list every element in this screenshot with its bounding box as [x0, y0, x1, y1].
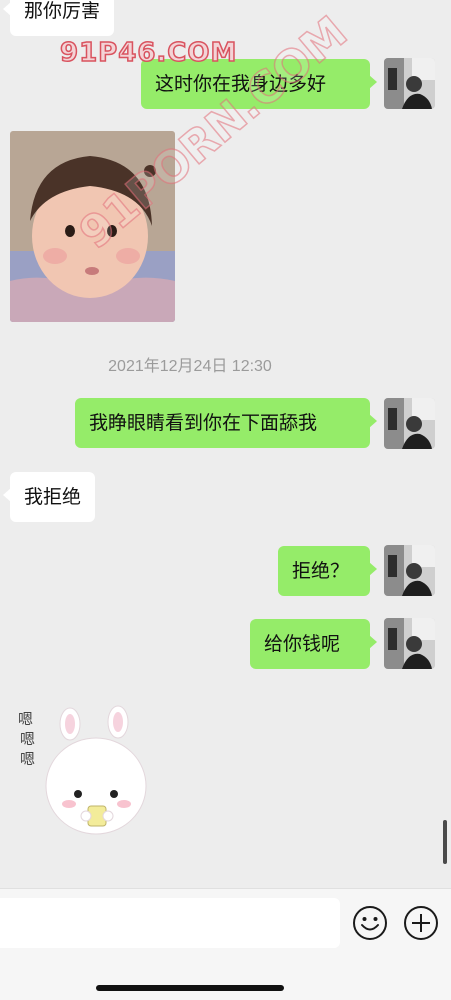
- incoming-message-bubble[interactable]: 我拒绝: [2, 472, 96, 522]
- message-input[interactable]: [0, 898, 340, 948]
- message-text: 我拒绝: [24, 486, 82, 508]
- avatar-photo-icon: [384, 398, 435, 449]
- incoming-message-bubble[interactable]: 那你厉害: [2, 0, 115, 36]
- message-text: 那你厉害: [24, 0, 101, 22]
- home-indicator: [96, 985, 284, 991]
- baby-photo-icon: [10, 131, 175, 322]
- smiley-face-icon: [353, 906, 387, 940]
- chat-input-bar: [0, 888, 451, 1000]
- plus-circle-icon: [404, 906, 438, 940]
- my-avatar[interactable]: [384, 618, 435, 669]
- more-actions-button[interactable]: [403, 905, 439, 941]
- avatar-photo-icon: [384, 58, 435, 109]
- outgoing-message-bubble[interactable]: 我睁眼睛看到你在下面舔我: [75, 398, 377, 448]
- message-timestamp: 2021年12月24日 12:30: [108, 358, 272, 375]
- chat-message-list[interactable]: 那你厉害 这时你在我身边多好 2021年12月24日 12:30 我睁眼睛看到你…: [0, 0, 451, 888]
- svg-text:嗯: 嗯: [18, 710, 33, 728]
- my-avatar[interactable]: [384, 545, 435, 596]
- outgoing-message-bubble[interactable]: 给你钱呢: [250, 619, 377, 669]
- my-avatar[interactable]: [384, 58, 435, 109]
- scrollbar[interactable]: [443, 820, 447, 864]
- message-text: 给你钱呢: [264, 633, 341, 655]
- message-text: 我睁眼睛看到你在下面舔我: [89, 412, 318, 434]
- incoming-photo-message[interactable]: [10, 131, 175, 322]
- avatar-photo-icon: [384, 545, 435, 596]
- outgoing-message-bubble[interactable]: 拒绝？: [278, 546, 377, 596]
- message-text: 拒绝？: [292, 560, 350, 582]
- outgoing-message-bubble[interactable]: 这时你在我身边多好: [141, 59, 377, 109]
- avatar-photo-icon: [384, 618, 435, 669]
- incoming-sticker-message[interactable]: 嗯 嗯 嗯: [14, 700, 154, 840]
- bunny-sticker-icon: 嗯 嗯 嗯: [18, 705, 147, 835]
- emoji-button[interactable]: [352, 905, 388, 941]
- svg-text:嗯: 嗯: [20, 750, 35, 768]
- svg-text:嗯: 嗯: [20, 730, 35, 748]
- my-avatar[interactable]: [384, 398, 435, 449]
- message-text: 这时你在我身边多好: [155, 73, 327, 95]
